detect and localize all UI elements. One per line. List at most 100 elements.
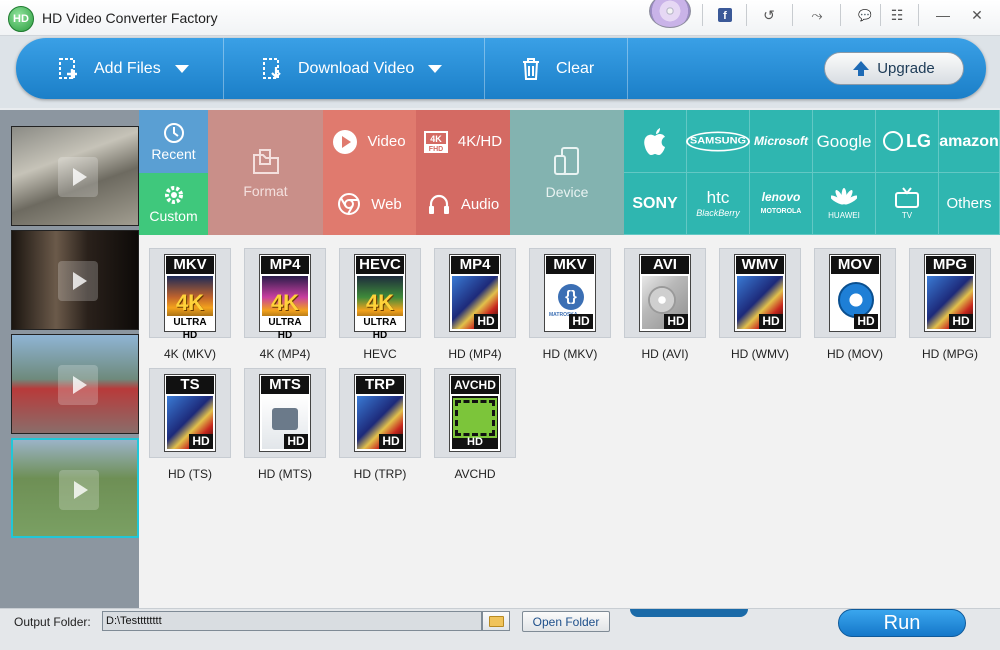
format-tile[interactable]: TRP HD — [339, 368, 421, 458]
brand-others[interactable]: Others — [939, 173, 1000, 235]
format-item[interactable]: MP4 4K ULTRA HD 4K (MP4) — [244, 248, 326, 370]
tab-audio[interactable]: Audio — [416, 173, 510, 235]
format-hd-mark: HD — [189, 434, 213, 449]
format-item[interactable]: MKV 4K ULTRA HD 4K (MKV) — [149, 248, 231, 370]
format-item[interactable]: MP4 HD HD (MP4) — [434, 248, 516, 370]
format-label: HD (TS) — [168, 467, 212, 481]
brand-tv[interactable]: TV — [876, 173, 939, 235]
huawei-logo: HUAWEI — [828, 210, 860, 220]
feedback-button[interactable]: 💬 — [854, 5, 876, 25]
folder-icon — [488, 615, 504, 627]
format-label: HD (MTS) — [258, 467, 312, 481]
play-icon[interactable] — [59, 470, 99, 510]
format-hd-mark: HD — [474, 314, 498, 329]
add-files-dropdown-icon[interactable] — [174, 64, 189, 73]
format-tile[interactable]: MPG HD — [909, 248, 991, 338]
clear-label: Clear — [556, 59, 595, 77]
format-tile[interactable]: MTS HD — [244, 368, 326, 458]
browse-folder-button[interactable] — [482, 611, 510, 631]
format-item[interactable]: MKV{} MATROSKA HD HD (MKV) — [529, 248, 611, 370]
format-tile[interactable]: HEVC 4K ULTRA HD — [339, 248, 421, 341]
format-item[interactable]: MPG HD HD (MPG) — [909, 248, 991, 370]
app-logo-text: HD — [13, 13, 29, 25]
output-folder-input[interactable] — [102, 611, 482, 631]
format-item[interactable]: WMV HD HD (WMV) — [719, 248, 801, 370]
brand-huawei[interactable]: HUAWEI — [813, 173, 876, 235]
format-badge: MKV — [546, 256, 594, 274]
chrome-icon — [338, 193, 361, 215]
download-video-button[interactable]: Download Video — [262, 38, 443, 99]
format-label: 4K (MKV) — [163, 347, 216, 361]
brand-lenovo[interactable]: lenovo MOTOROLA — [750, 173, 813, 235]
clear-button[interactable]: Clear — [520, 38, 594, 99]
video-thumbnail[interactable] — [11, 126, 139, 226]
menu-button[interactable]: ☷ — [886, 5, 908, 25]
video-thumbnail[interactable] — [11, 334, 139, 434]
tab-4k-hd-label: 4K/HD — [457, 133, 503, 150]
main-toolbar: Add Files Download Video Clear Upgrade — [16, 38, 986, 99]
format-tile[interactable]: AVI HD — [624, 248, 706, 338]
format-badge: MTS — [261, 376, 309, 394]
facebook-button[interactable]: f — [714, 5, 736, 25]
brand-samsung[interactable]: SAMSUNG — [685, 110, 751, 173]
format-tile[interactable]: MKV 4K ULTRA HD — [149, 248, 231, 341]
format-tile[interactable]: WMV HD — [719, 248, 801, 338]
format-tile[interactable]: MP4 4K ULTRA HD — [244, 248, 326, 341]
format-label: HD (AVI) — [641, 347, 689, 361]
trp-hd-icon: TRP HD — [354, 374, 406, 452]
brand-lg[interactable]: LG — [876, 110, 939, 173]
trash-icon — [523, 57, 539, 80]
tools-button[interactable]: ⤳ — [806, 5, 828, 25]
upgrade-button[interactable]: Upgrade — [824, 52, 964, 85]
format-tile[interactable]: MP4 HD — [434, 248, 516, 338]
format-item[interactable]: MOV HD HD (MOV) — [814, 248, 896, 370]
tab-recent[interactable]: Recent — [139, 110, 208, 173]
video-thumbnail[interactable] — [11, 230, 139, 330]
dvd-disc-icon[interactable] — [649, 0, 691, 28]
play-icon[interactable] — [58, 157, 98, 197]
close-button[interactable]: ✕ — [966, 5, 988, 25]
tab-audio-label: Audio — [460, 195, 500, 213]
download-dropdown-icon[interactable] — [428, 64, 443, 73]
minimize-button[interactable]: — — [932, 5, 954, 25]
play-icon[interactable] — [58, 261, 98, 301]
add-files-button[interactable]: Add Files — [58, 38, 189, 99]
format-badge: AVI — [641, 256, 689, 274]
format-4k-mark: 4K — [365, 290, 395, 315]
run-button[interactable]: Run — [838, 609, 966, 637]
brand-amazon[interactable]: amazon — [939, 110, 1000, 173]
tab-device[interactable]: Device — [510, 110, 624, 235]
format-item[interactable]: TRP HD HD (TRP) — [339, 368, 421, 490]
play-icon[interactable] — [58, 365, 98, 405]
format-item[interactable]: AVI HD HD (AVI) — [624, 248, 706, 370]
tab-web[interactable]: Web — [323, 173, 416, 235]
format-tile[interactable]: MKV{} MATROSKA HD — [529, 248, 611, 338]
close-icon: ✕ — [971, 6, 983, 23]
brand-microsoft[interactable]: Microsoft — [750, 110, 813, 173]
format-hd-mark: HD — [949, 314, 973, 329]
sony-logo: SONY — [632, 195, 678, 212]
tab-format[interactable]: Format — [208, 110, 323, 235]
format-tile[interactable]: AVCHD HD — [434, 368, 516, 458]
video-thumbnail-selected[interactable] — [11, 438, 139, 538]
tab-4k-hd[interactable]: 4K FHD 4K/HD — [416, 110, 510, 173]
tab-custom[interactable]: Custom — [139, 173, 208, 235]
upgrade-arrow-icon — [853, 61, 870, 76]
format-item[interactable]: AVCHD HD AVCHD — [434, 368, 516, 490]
format-item[interactable]: HEVC 4K ULTRA HD HEVC — [339, 248, 421, 370]
format-item[interactable]: TS HD HD (TS) — [149, 368, 231, 490]
upgrade-label: Upgrade — [877, 60, 935, 77]
format-tile[interactable]: TS HD — [149, 368, 231, 458]
brand-sony[interactable]: SONY — [624, 173, 687, 235]
merge-button-edge[interactable] — [630, 609, 748, 617]
tab-video[interactable]: Video — [323, 110, 416, 173]
format-tile[interactable]: MOV HD — [814, 248, 896, 338]
format-item[interactable]: MTS HD HD (MTS) — [244, 368, 326, 490]
brand-htc[interactable]: htc BlackBerry — [687, 173, 750, 235]
open-folder-button[interactable]: Open Folder — [522, 611, 610, 632]
brand-apple[interactable] — [624, 110, 687, 173]
undo-button[interactable]: ↺ — [758, 5, 780, 25]
wmv-hd-icon: WMV HD — [734, 254, 786, 332]
brand-google[interactable]: Google — [813, 110, 876, 173]
output-folder-label: Output Folder: — [14, 615, 91, 629]
